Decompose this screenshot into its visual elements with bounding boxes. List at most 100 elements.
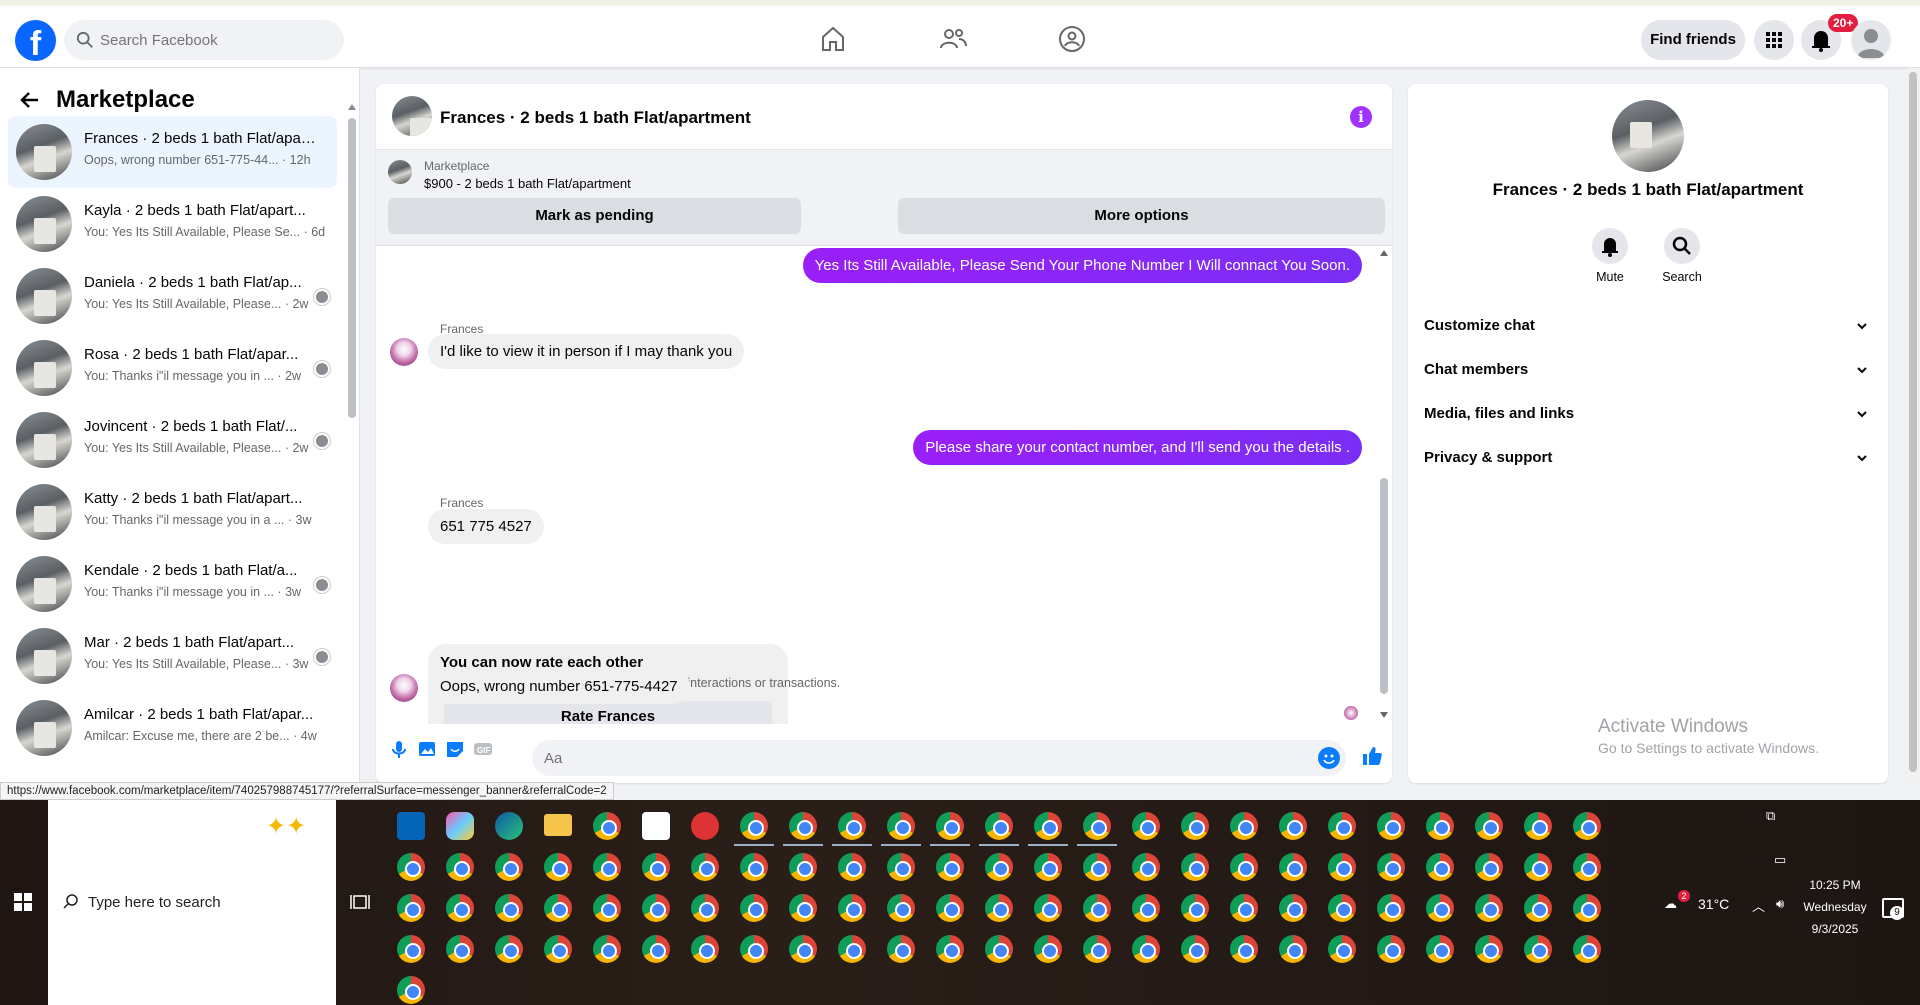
chrome-icon[interactable] — [1083, 812, 1111, 840]
chrome-icon[interactable] — [789, 853, 817, 881]
chrome-icon[interactable] — [1034, 812, 1062, 840]
chrome-icon[interactable] — [446, 935, 474, 963]
chrome-icon[interactable] — [985, 812, 1013, 840]
chrome-icon[interactable] — [1181, 894, 1209, 922]
conversation-item[interactable]: Kendale · 2 beds 1 bath Flat/a... You: T… — [8, 548, 337, 620]
chrome-icon[interactable] — [1132, 812, 1160, 840]
windows-start-icon[interactable] — [14, 893, 32, 911]
conversation-item[interactable]: Mar · 2 beds 1 bath Flat/apart... You: Y… — [8, 620, 337, 692]
chrome-icon[interactable] — [642, 853, 670, 881]
incoming-message[interactable]: Oops, wrong number 651-775-4427 — [428, 669, 690, 704]
chrome-icon[interactable] — [789, 894, 817, 922]
sticker-icon[interactable] — [444, 738, 466, 760]
chrome-icon[interactable] — [1475, 894, 1503, 922]
outgoing-message[interactable]: Please share your contact number, and I'… — [913, 430, 1362, 465]
conversation-item[interactable]: Daniela · 2 beds 1 bath Flat/ap... You: … — [8, 260, 337, 332]
chrome-icon[interactable] — [1524, 853, 1552, 881]
chrome-icon[interactable] — [887, 853, 915, 881]
chrome-icon[interactable] — [1230, 812, 1258, 840]
facebook-logo[interactable]: f — [15, 20, 56, 61]
chrome-icon[interactable] — [1132, 853, 1160, 881]
chrome-icon[interactable] — [1328, 894, 1356, 922]
chrome-icon[interactable] — [1573, 853, 1601, 881]
chrome-icon[interactable] — [1083, 853, 1111, 881]
chrome-icon[interactable] — [838, 812, 866, 840]
thumbs-up-icon[interactable] — [1360, 744, 1384, 768]
home-icon[interactable] — [818, 24, 848, 54]
chrome-icon[interactable] — [1573, 812, 1601, 840]
chrome-icon[interactable] — [1573, 894, 1601, 922]
chrome-icon[interactable] — [495, 935, 523, 963]
chrome-icon[interactable] — [642, 894, 670, 922]
sidebar-scrollbar[interactable] — [348, 118, 356, 418]
menu-button[interactable] — [1754, 20, 1794, 60]
search-bar[interactable] — [64, 20, 344, 60]
chrome-icon[interactable] — [642, 935, 670, 963]
chrome-icon[interactable] — [1524, 894, 1552, 922]
profile-avatar[interactable] — [1851, 20, 1891, 60]
outgoing-message[interactable]: Yes Its Still Available, Please Send You… — [802, 248, 1362, 283]
chrome-icon[interactable] — [446, 853, 474, 881]
mute-button[interactable] — [1592, 228, 1628, 264]
chrome-icon[interactable] — [691, 853, 719, 881]
chrome-icon[interactable] — [397, 976, 425, 1004]
copilot-icon[interactable] — [446, 812, 474, 840]
chrome-icon[interactable] — [887, 935, 915, 963]
incoming-message[interactable]: 651 775 4527 — [428, 509, 544, 544]
chat-scrollbar[interactable] — [1380, 478, 1388, 694]
chrome-icon[interactable] — [1083, 935, 1111, 963]
network-icon[interactable]: ▭ — [1774, 852, 1786, 868]
chrome-icon[interactable] — [1279, 935, 1307, 963]
task-view-icon[interactable] — [350, 892, 370, 912]
chrome-icon[interactable] — [495, 853, 523, 881]
chrome-icon[interactable] — [544, 894, 572, 922]
groups-icon[interactable] — [1057, 24, 1087, 54]
message-input[interactable] — [544, 740, 1304, 776]
chrome-icon[interactable] — [1132, 935, 1160, 963]
chrome-icon[interactable] — [593, 853, 621, 881]
chrome-icon[interactable] — [691, 894, 719, 922]
chrome-icon[interactable] — [1426, 812, 1454, 840]
microphone-icon[interactable] — [388, 738, 410, 760]
chrome-icon[interactable] — [740, 853, 768, 881]
chrome-icon[interactable] — [1377, 894, 1405, 922]
volume-icon[interactable]: 🔊︎ — [1776, 896, 1784, 912]
chrome-icon[interactable] — [1279, 853, 1307, 881]
chrome-icon[interactable] — [593, 894, 621, 922]
sender-avatar[interactable] — [390, 338, 418, 366]
chrome-icon[interactable] — [1426, 935, 1454, 963]
more-options-button[interactable]: More options — [898, 198, 1385, 234]
chrome-icon[interactable] — [1475, 853, 1503, 881]
search-button[interactable] — [1664, 228, 1700, 264]
chrome-icon[interactable] — [544, 853, 572, 881]
chrome-icon[interactable] — [838, 935, 866, 963]
chrome-icon[interactable] — [936, 812, 964, 840]
chrome-icon[interactable] — [495, 894, 523, 922]
chrome-icon[interactable] — [1524, 935, 1552, 963]
chrome-icon[interactable] — [887, 894, 915, 922]
clock[interactable]: 10:25 PM Wednesday 9/3/2025 — [1790, 874, 1880, 940]
chevron-up-icon[interactable]: ︿ — [1752, 896, 1765, 915]
taskbar-search[interactable]: ✦✦ Type here to search — [48, 800, 336, 1005]
chat-scroll-down[interactable] — [1380, 712, 1388, 718]
chrome-icon[interactable] — [397, 894, 425, 922]
chrome-icon[interactable] — [1524, 812, 1552, 840]
chrome-icon[interactable] — [838, 894, 866, 922]
chat-scroll-up[interactable] — [1380, 250, 1388, 256]
chrome-icon[interactable] — [1034, 935, 1062, 963]
chrome-icon[interactable] — [1475, 812, 1503, 840]
listing-thumbnail[interactable] — [392, 96, 432, 136]
page-scroll-thumb[interactable] — [1909, 72, 1917, 772]
search-action[interactable]: Search — [1652, 228, 1712, 284]
chrome-icon[interactable] — [985, 853, 1013, 881]
chrome-icon[interactable] — [1181, 935, 1209, 963]
chrome-icon[interactable] — [1377, 853, 1405, 881]
page-scrollbar[interactable] — [1906, 68, 1920, 783]
chrome-icon[interactable] — [1328, 853, 1356, 881]
chrome-icon[interactable] — [1328, 935, 1356, 963]
chrome-icon[interactable] — [838, 853, 866, 881]
privacy-support-row[interactable]: Privacy & support — [1424, 436, 1872, 480]
chrome-icon[interactable] — [397, 935, 425, 963]
chrome-icon[interactable] — [789, 812, 817, 840]
store-icon[interactable] — [642, 812, 670, 840]
